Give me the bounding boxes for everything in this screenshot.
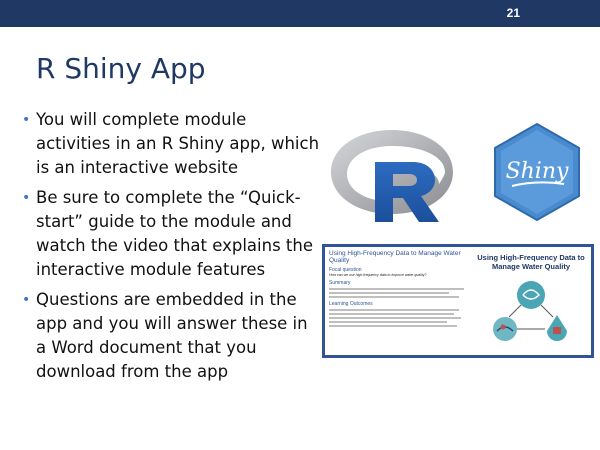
text-line [329, 325, 457, 327]
thumbnail-text-column: Using High-Frequency Data to Manage Wate… [329, 250, 469, 327]
bullet-text: You will complete module activities in a… [36, 110, 320, 177]
bullet-list: • You will complete module activities in … [20, 108, 320, 390]
focal-question: How can we use high-frequency data to im… [329, 273, 427, 277]
text-line [329, 292, 449, 294]
text-line [329, 296, 459, 298]
text-line [329, 317, 461, 319]
bullet-item: • You will complete module activities in … [20, 108, 320, 180]
bullet-dot-icon: • [22, 292, 31, 308]
slide-title: R Shiny App [36, 52, 206, 85]
thumbnail-title: Using High-Frequency Data to Manage Wate… [329, 250, 461, 264]
bullet-item: • Questions are embedded in the app and y… [20, 288, 320, 384]
summary-heading: Summary [329, 280, 351, 286]
bullet-item: • Be sure to complete the “Quick-start” g… [20, 186, 320, 282]
module-thumbnail: Using High-Frequency Data to Manage Wate… [322, 244, 594, 358]
thumbnail-graphic-title: Using High-Frequency Data to Manage Wate… [477, 253, 585, 271]
text-line [329, 313, 454, 315]
bullet-text: Questions are embedded in the app and yo… [36, 290, 308, 381]
text-line [329, 321, 447, 323]
text-line [329, 309, 459, 311]
shiny-logo: Shiny [494, 122, 580, 222]
thumbnail-graphic-panel: Using High-Frequency Data to Manage Wate… [473, 253, 589, 353]
learning-outcomes-heading: Learning Outcomes [329, 301, 373, 307]
r-logo-text: R [329, 124, 330, 125]
bullet-dot-icon: • [22, 112, 31, 128]
r-logo: R [329, 124, 453, 222]
text-line [329, 288, 464, 290]
shiny-logo-text: Shiny [506, 159, 569, 184]
header-bar: 21 [0, 0, 600, 27]
brain-water-icon [493, 281, 567, 341]
page-number: 21 [506, 6, 520, 20]
bullet-dot-icon: • [22, 190, 31, 206]
bullet-text: Be sure to complete the “Quick-start” gu… [36, 188, 313, 279]
